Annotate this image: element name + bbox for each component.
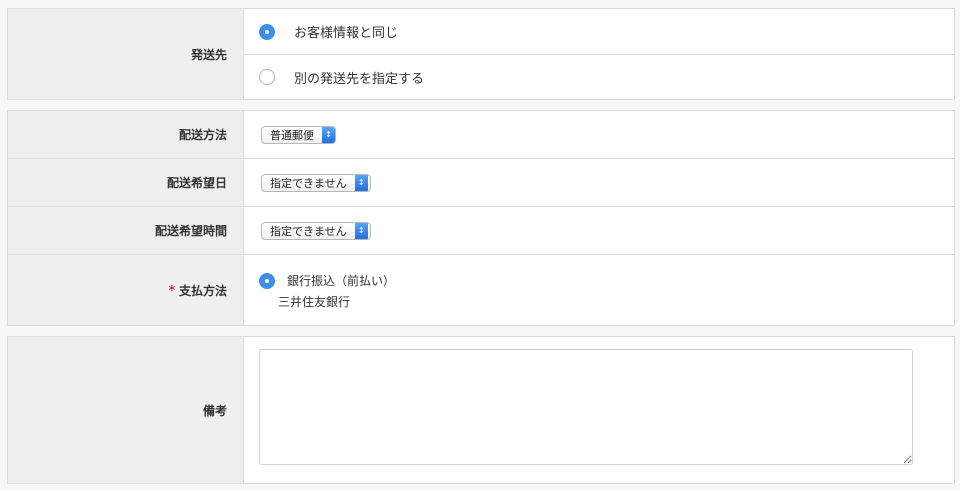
remarks-cell — [244, 337, 954, 483]
delivery-time-row: 配送希望時間 指定できません ↕ — [8, 206, 954, 254]
select-arrows-icon: ↕ — [354, 222, 368, 239]
remarks-section: 備考 — [7, 336, 955, 484]
other-destination-radio[interactable] — [259, 69, 275, 85]
delivery-date-cell: 指定できません ↕ — [244, 159, 954, 206]
remarks-row: 備考 — [8, 337, 954, 483]
delivery-date-select[interactable]: 指定できません ↕ — [261, 173, 371, 192]
delivery-time-value: 指定できません — [270, 224, 347, 238]
delivery-method-value: 普通郵便 — [270, 128, 314, 142]
delivery-date-label: 配送希望日 — [8, 159, 244, 206]
required-mark: * — [168, 283, 175, 297]
bank-transfer-label: 銀行振込（前払い） — [287, 274, 396, 288]
remarks-textarea[interactable] — [259, 349, 913, 465]
shipping-destination-row: 発送先 お客様情報と同じ 別の発送先を指定する — [8, 9, 954, 99]
other-destination-label: 別の発送先を指定する — [294, 71, 425, 87]
bank-transfer-option[interactable]: 銀行振込（前払い） — [259, 272, 954, 289]
bank-name: 三井住友銀行 — [278, 295, 351, 309]
delivery-method-row: 配送方法 普通郵便 ↕ — [8, 111, 954, 158]
payment-method-row: * 支払方法 銀行振込（前払い） 三井住友銀行 — [8, 254, 954, 325]
delivery-method-cell: 普通郵便 ↕ — [244, 111, 954, 158]
shipping-destination-section: 発送先 お客様情報と同じ 別の発送先を指定する — [7, 8, 955, 100]
remarks-label: 備考 — [8, 337, 244, 483]
delivery-date-row: 配送希望日 指定できません ↕ — [8, 158, 954, 206]
delivery-method-label: 配送方法 — [8, 111, 244, 158]
delivery-method-select[interactable]: 普通郵便 ↕ — [261, 125, 336, 144]
payment-method-cell: 銀行振込（前払い） 三井住友銀行 — [244, 255, 954, 325]
shipping-destination-options: お客様情報と同じ 別の発送先を指定する — [244, 9, 954, 99]
other-destination-option[interactable]: 別の発送先を指定する — [244, 54, 954, 99]
select-arrows-icon: ↕ — [322, 126, 335, 143]
same-as-customer-radio[interactable] — [259, 23, 275, 40]
delivery-time-select[interactable]: 指定できません ↕ — [261, 221, 371, 240]
delivery-time-label: 配送希望時間 — [8, 207, 244, 254]
same-as-customer-label: お客様情報と同じ — [294, 26, 399, 41]
shipping-destination-label: 発送先 — [8, 9, 244, 99]
delivery-section: 配送方法 普通郵便 ↕ 配送希望日 指定できません ↕ 配送希望時間 指定できま… — [7, 110, 955, 326]
select-arrows-icon: ↕ — [354, 174, 368, 191]
delivery-time-cell: 指定できません ↕ — [244, 207, 954, 254]
payment-method-label-cell: * 支払方法 — [8, 255, 244, 325]
delivery-date-value: 指定できません — [270, 176, 347, 190]
same-as-customer-option[interactable]: お客様情報と同じ — [244, 9, 954, 54]
payment-method-label: 支払方法 — [178, 283, 227, 298]
bank-transfer-radio[interactable] — [259, 272, 275, 289]
